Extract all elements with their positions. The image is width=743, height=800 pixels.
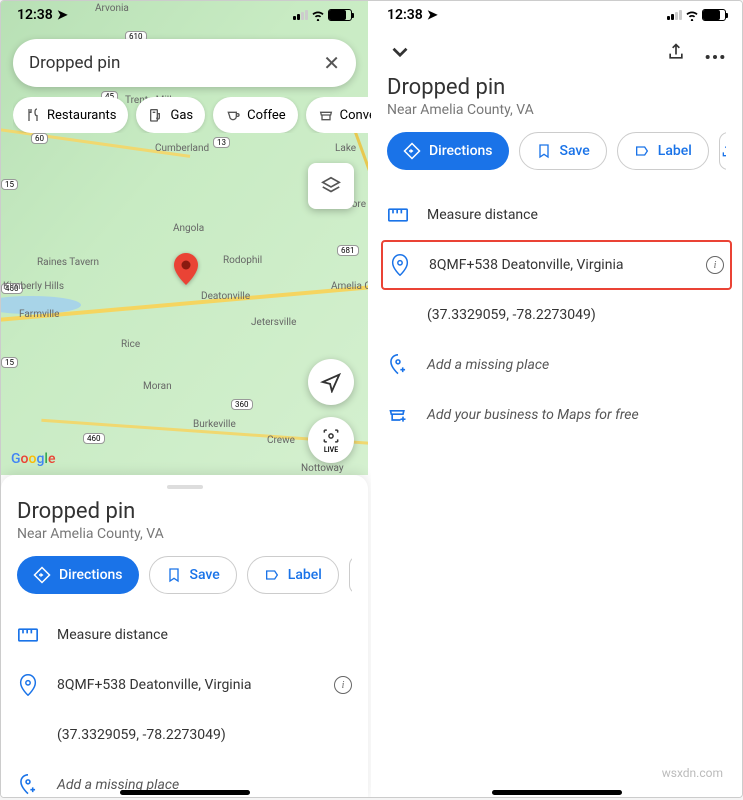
chip-gas[interactable]: Gas bbox=[136, 97, 205, 133]
share-button[interactable] bbox=[349, 556, 352, 594]
plus-code-item[interactable]: 8QMF+538 Deatonville, Virginiai bbox=[381, 240, 732, 290]
bottom-sheet[interactable]: Dropped pin Near Amelia County, VA Direc… bbox=[1, 475, 368, 798]
pin-outline-icon bbox=[17, 674, 39, 696]
measure-distance-item[interactable]: Measure distance bbox=[17, 610, 352, 660]
add-business-item[interactable]: Add your business to Maps for free bbox=[387, 390, 726, 440]
info-icon[interactable]: i bbox=[706, 256, 724, 274]
chip-restaurants[interactable]: Restaurants bbox=[13, 97, 128, 133]
directions-button[interactable]: Directions bbox=[17, 556, 139, 594]
screen-expanded-sheet: 12:38➤ Dropped pin Near Amelia County, V… bbox=[371, 1, 742, 798]
clear-search-icon[interactable]: ✕ bbox=[323, 51, 340, 75]
add-missing-place-item[interactable]: Add a missing place bbox=[387, 340, 726, 390]
info-icon[interactable]: i bbox=[334, 676, 352, 694]
drag-handle[interactable] bbox=[167, 485, 203, 489]
search-input[interactable]: Dropped pin ✕ bbox=[13, 39, 356, 87]
add-place-icon bbox=[17, 774, 39, 796]
watermark: wsxdn.com bbox=[662, 766, 723, 780]
ruler-icon bbox=[17, 628, 39, 642]
google-logo: Google bbox=[11, 451, 55, 467]
location-services-icon: ➤ bbox=[427, 8, 438, 23]
sheet-title: Dropped pin bbox=[17, 499, 352, 524]
ruler-icon bbox=[387, 208, 409, 222]
home-indicator[interactable] bbox=[492, 790, 622, 795]
add-place-icon bbox=[387, 354, 409, 376]
sheet-title: Dropped pin bbox=[387, 75, 726, 100]
dropped-pin-marker[interactable] bbox=[174, 253, 198, 285]
chip-coffee[interactable]: Coffee bbox=[213, 97, 298, 133]
cellular-signal-icon bbox=[667, 10, 682, 20]
directions-button[interactable]: Directions bbox=[387, 132, 509, 170]
plus-code-item[interactable]: 8QMF+538 Deatonville, Virginiai bbox=[17, 660, 352, 710]
status-bar: 12:38➤ bbox=[371, 1, 742, 29]
coordinates-item[interactable]: (37.3329059, -78.2273049) bbox=[17, 710, 352, 760]
sheet-subtitle: Near Amelia County, VA bbox=[387, 102, 726, 118]
my-location-button[interactable] bbox=[308, 359, 354, 405]
sheet-subtitle: Near Amelia County, VA bbox=[17, 526, 352, 542]
location-services-icon: ➤ bbox=[57, 8, 68, 23]
label-button[interactable]: Label bbox=[247, 556, 339, 594]
layers-button[interactable] bbox=[308, 163, 354, 209]
label-button[interactable]: Label bbox=[617, 132, 709, 170]
wifi-icon bbox=[310, 9, 326, 21]
share-pill-button[interactable] bbox=[719, 132, 726, 170]
battery-icon bbox=[702, 9, 726, 21]
live-view-button[interactable]: LIVE bbox=[308, 417, 354, 463]
screen-map-view: 610 45 60 13 15 616 681 460 15 360 460 A… bbox=[1, 1, 368, 798]
battery-icon bbox=[328, 9, 352, 21]
wifi-icon bbox=[684, 9, 700, 21]
more-menu-button[interactable] bbox=[704, 45, 726, 64]
save-button[interactable]: Save bbox=[149, 556, 237, 594]
save-button[interactable]: Save bbox=[519, 132, 607, 170]
pin-outline-icon bbox=[389, 254, 411, 276]
status-bar: 12:38➤ bbox=[1, 1, 368, 29]
share-button[interactable] bbox=[666, 42, 686, 66]
category-chips: Restaurants Gas Coffee Conve bbox=[13, 97, 373, 133]
chip-store[interactable]: Conve bbox=[306, 97, 373, 133]
cellular-signal-icon bbox=[293, 10, 308, 20]
measure-distance-item[interactable]: Measure distance bbox=[387, 190, 726, 240]
add-business-icon bbox=[387, 405, 409, 425]
home-indicator[interactable] bbox=[120, 790, 250, 795]
coordinates-item[interactable]: (37.3329059, -78.2273049) bbox=[387, 290, 726, 340]
collapse-button[interactable] bbox=[387, 39, 413, 69]
